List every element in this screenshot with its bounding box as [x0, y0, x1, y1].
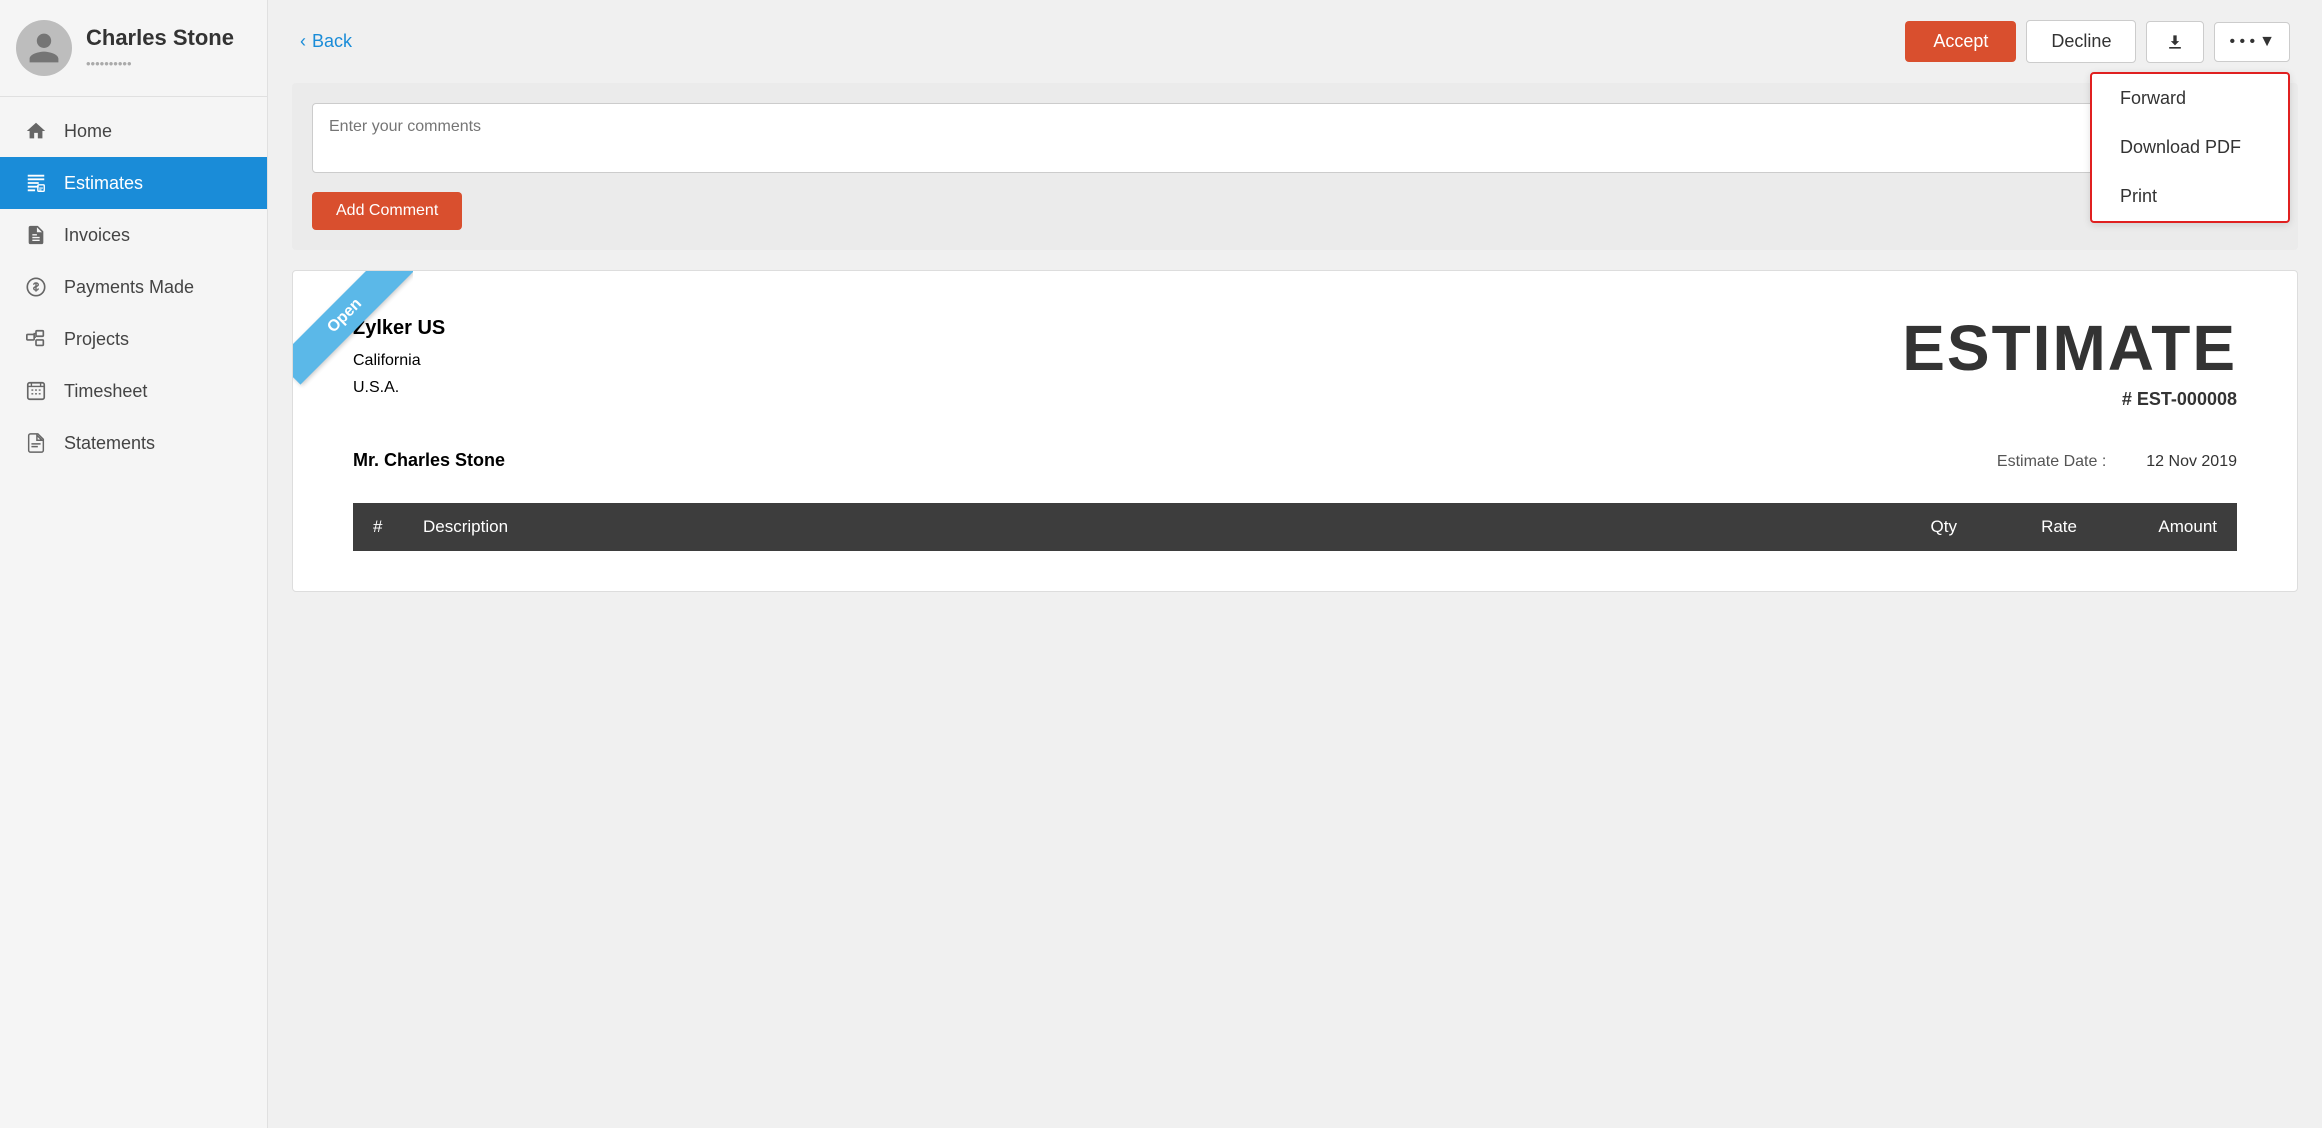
dropdown-item-download-pdf[interactable]: Download PDF: [2092, 123, 2288, 172]
sidebar-item-estimates-label: Estimates: [64, 173, 143, 194]
payments-icon: [24, 275, 48, 299]
sidebar-item-statements[interactable]: Statements: [0, 417, 267, 469]
sidebar-navigation: Home Estimates Invoices Payments Made: [0, 97, 267, 469]
chevron-down-icon: ▼: [2259, 33, 2275, 51]
header-bar: ‹ Back Accept Decline • • • ▼ Forward Do…: [268, 0, 2322, 83]
sidebar-item-payments[interactable]: Payments Made: [0, 261, 267, 313]
sidebar-item-timesheet[interactable]: Timesheet: [0, 365, 267, 417]
more-dots: • • •: [2229, 33, 2255, 51]
ribbon-container: Open: [293, 271, 413, 391]
estimate-title: ESTIMATE: [1902, 311, 2237, 385]
back-button[interactable]: ‹ Back: [300, 31, 352, 52]
document-meta: Mr. Charles Stone Estimate Date : 12 Nov…: [353, 450, 2237, 471]
profile-subtitle: ••••••••••: [86, 56, 234, 71]
table-header-amount: Amount: [2097, 503, 2237, 551]
decline-button[interactable]: Decline: [2026, 20, 2136, 63]
sidebar-item-invoices[interactable]: Invoices: [0, 209, 267, 261]
sidebar-item-timesheet-label: Timesheet: [64, 381, 147, 402]
accept-button[interactable]: Accept: [1905, 21, 2016, 62]
projects-icon: [24, 327, 48, 351]
estimates-icon: [24, 171, 48, 195]
status-ribbon: Open: [293, 271, 413, 385]
document-section: Open Zylker US California U.S.A. ESTIMAT…: [292, 270, 2298, 592]
main-content: ‹ Back Accept Decline • • • ▼ Forward Do…: [268, 0, 2322, 1128]
table-header-description: Description: [403, 503, 1877, 551]
document-header: Zylker US California U.S.A. ESTIMATE # E…: [353, 311, 2237, 410]
sidebar-item-projects[interactable]: Projects: [0, 313, 267, 365]
add-comment-button[interactable]: Add Comment: [312, 192, 462, 230]
sidebar-item-home-label: Home: [64, 121, 112, 142]
estimate-date-label: Estimate Date :: [1997, 453, 2106, 471]
back-label: Back: [312, 31, 352, 52]
client-name: Mr. Charles Stone: [353, 450, 505, 471]
sidebar: Charles Stone •••••••••• Home Estimates …: [0, 0, 268, 1128]
back-arrow-icon: ‹: [300, 31, 306, 52]
table-header-qty: Qty: [1877, 503, 1977, 551]
sidebar-item-payments-label: Payments Made: [64, 277, 194, 298]
sidebar-item-estimates[interactable]: Estimates: [0, 157, 267, 209]
profile-name: Charles Stone: [86, 25, 234, 51]
estimate-number: # EST-000008: [1902, 389, 2237, 410]
more-options-button[interactable]: • • • ▼: [2214, 22, 2290, 62]
sidebar-item-projects-label: Projects: [64, 329, 129, 350]
statements-icon: [24, 431, 48, 455]
document-content: Zylker US California U.S.A. ESTIMATE # E…: [293, 271, 2297, 591]
comments-input[interactable]: [312, 103, 2278, 173]
estimate-date-value: 12 Nov 2019: [2146, 453, 2237, 471]
table-header-hash: #: [353, 503, 403, 551]
invoices-icon: [24, 223, 48, 247]
timesheet-icon: [24, 379, 48, 403]
comments-section: Add Comment: [292, 83, 2298, 250]
avatar: [16, 20, 72, 76]
table-header-rate: Rate: [1977, 503, 2097, 551]
dropdown-item-forward[interactable]: Forward: [2092, 74, 2288, 123]
dropdown-item-print[interactable]: Print: [2092, 172, 2288, 221]
download-icon: [2165, 32, 2185, 52]
home-icon: [24, 119, 48, 143]
dropdown-menu: Forward Download PDF Print: [2090, 72, 2290, 223]
sidebar-item-statements-label: Statements: [64, 433, 155, 454]
sidebar-item-invoices-label: Invoices: [64, 225, 130, 246]
download-button[interactable]: [2146, 21, 2204, 63]
header-actions: Accept Decline • • • ▼ Forward Download …: [1905, 20, 2290, 63]
user-profile: Charles Stone ••••••••••: [0, 0, 267, 97]
sidebar-item-home[interactable]: Home: [0, 105, 267, 157]
estimate-table: # Description Qty Rate Amount: [353, 503, 2237, 551]
